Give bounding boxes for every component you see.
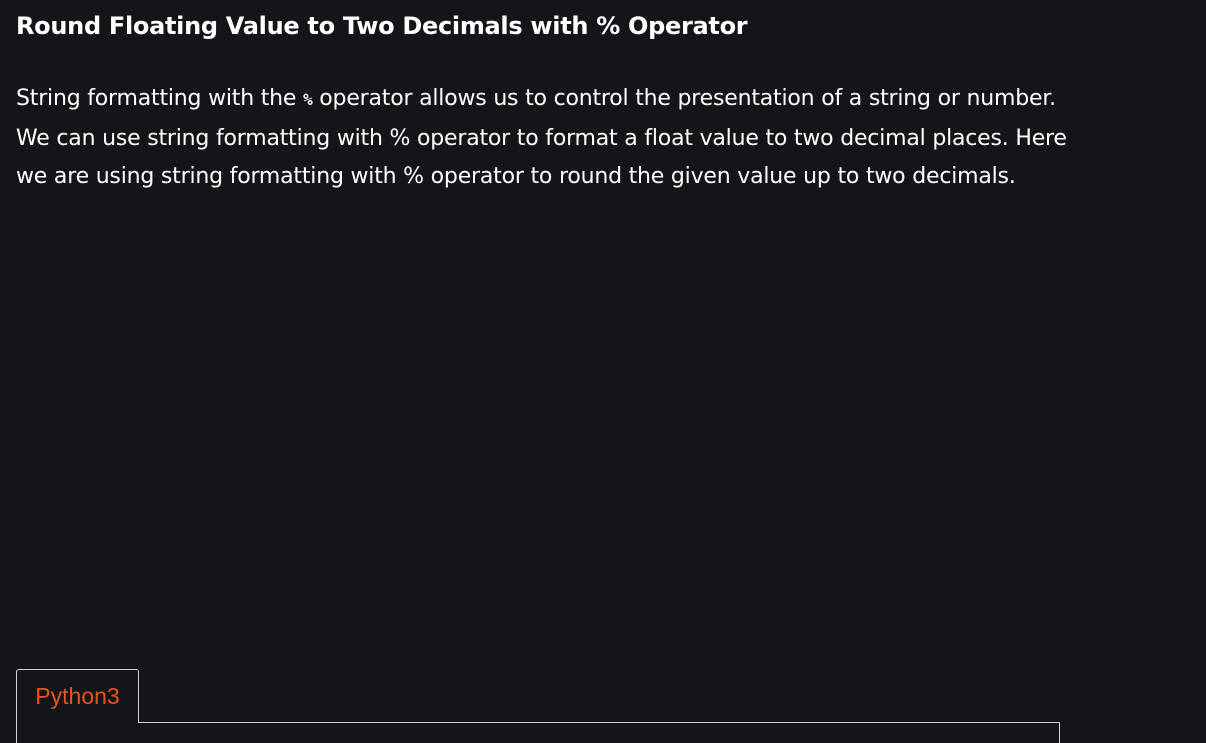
tab-python3[interactable]: Python3 [16,669,139,723]
section-paragraph: String formatting with the % operator al… [16,80,1076,197]
paragraph-text-start: String formatting with the [16,86,304,111]
code-block [16,722,1060,743]
tab-python3-label: Python3 [35,683,120,709]
article-page: Round Floating Value to Two Decimals wit… [0,0,1206,743]
inline-code: % [303,90,313,109]
section-heading: Round Floating Value to Two Decimals wit… [16,12,748,40]
